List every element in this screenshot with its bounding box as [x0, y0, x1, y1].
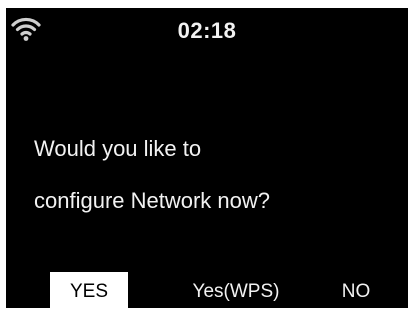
- clock-time: 02:18: [177, 18, 237, 43]
- yes-wps-button[interactable]: Yes(WPS): [180, 272, 292, 308]
- yes-button[interactable]: YES: [50, 272, 128, 308]
- device-screen: 02:18 Would you like to configure Networ…: [6, 8, 408, 308]
- dialog-message-line-2: configure Network now?: [34, 188, 271, 213]
- no-button[interactable]: NO: [328, 272, 384, 308]
- dialog-options: YES Yes(WPS) NO: [6, 272, 408, 308]
- dialog-message-line-1: Would you like to: [34, 136, 202, 161]
- dialog-message: Would you like to configure Network now?: [34, 123, 270, 227]
